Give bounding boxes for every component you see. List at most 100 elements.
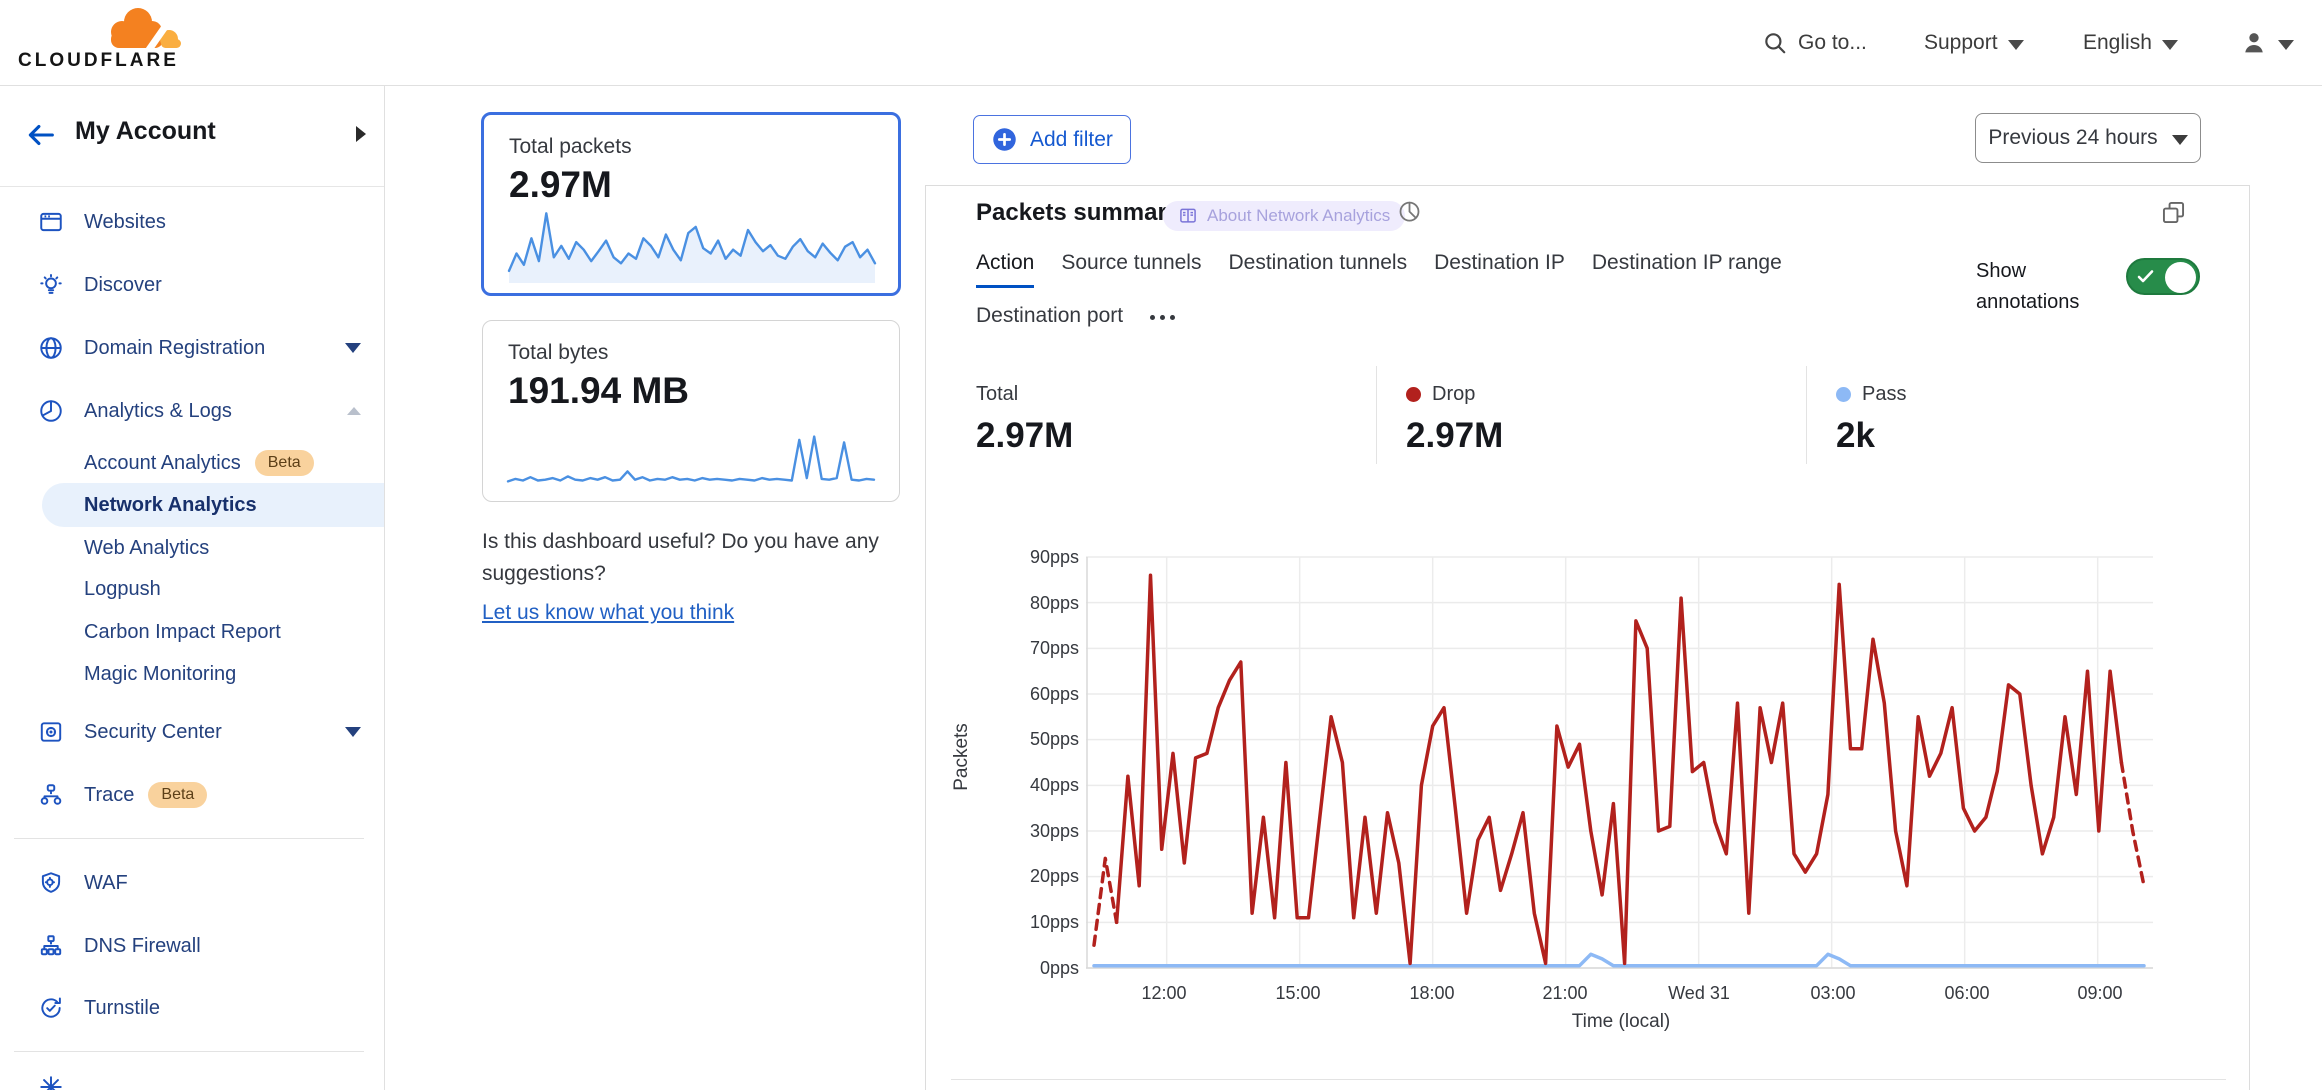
y-tick: 0pps xyxy=(1001,958,1079,979)
support-label: Support xyxy=(1924,31,1998,55)
more-tabs-icon[interactable] xyxy=(1150,304,1175,341)
lightbulb-icon xyxy=(38,272,64,303)
check-icon xyxy=(2137,269,2154,284)
cloudflare-logo[interactable]: CLOUDFLARE xyxy=(18,4,198,74)
back-arrow-icon[interactable] xyxy=(24,118,58,152)
feedback-question: Is this dashboard useful? Do you have an… xyxy=(482,526,912,589)
total-packets-label: Total packets xyxy=(509,135,898,159)
sidebar-item-network-analytics[interactable]: Network Analytics xyxy=(0,483,385,527)
trace-route-icon xyxy=(38,782,64,813)
total-bytes-card[interactable]: Total bytes 191.94 MB xyxy=(482,320,900,502)
add-filter-label: Add filter xyxy=(1030,128,1113,152)
stat-divider xyxy=(1376,366,1377,464)
sidebar-divider xyxy=(14,1051,364,1052)
sidebar-item-websites[interactable]: Websites xyxy=(0,200,385,244)
starburst-icon xyxy=(38,1074,64,1090)
x-tick: 18:00 xyxy=(1409,983,1454,1004)
x-tick: 06:00 xyxy=(1944,983,1989,1004)
stat-pass: Pass 2k xyxy=(1836,383,1906,456)
about-badge-label: About Network Analytics xyxy=(1207,206,1390,226)
y-tick: 70pps xyxy=(1001,638,1079,659)
time-range-select[interactable]: Previous 24 hours xyxy=(1975,113,2201,163)
y-tick: 40pps xyxy=(1001,775,1079,796)
hierarchy-icon xyxy=(38,933,64,964)
refresh-check-icon xyxy=(38,995,64,1026)
total-packets-sparkline xyxy=(506,203,878,283)
y-tick: 80pps xyxy=(1001,593,1079,614)
stat-total-label: Total xyxy=(976,383,1073,406)
duplicate-icon[interactable] xyxy=(2160,199,2187,231)
x-tick: 15:00 xyxy=(1275,983,1320,1004)
dimension-tabs: Action Source tunnels Destination tunnel… xyxy=(976,251,1856,341)
chevron-down-icon xyxy=(345,343,361,353)
tab-action[interactable]: Action xyxy=(976,251,1034,288)
account-header: My Account xyxy=(0,86,384,187)
tab-destination-ip[interactable]: Destination IP xyxy=(1434,251,1565,288)
about-network-analytics-badge[interactable]: About Network Analytics xyxy=(1163,201,1405,231)
stat-pass-value: 2k xyxy=(1836,416,1906,456)
show-annotations-toggle[interactable] xyxy=(2126,258,2200,295)
support-menu[interactable]: Support xyxy=(1924,0,2024,86)
y-tick: 60pps xyxy=(1001,684,1079,705)
chevron-down-icon xyxy=(345,727,361,737)
sidebar-item-account-analytics[interactable]: Account Analytics Beta xyxy=(0,441,385,485)
globe-icon xyxy=(38,335,64,366)
sidebar-item-security-center[interactable]: Security Center xyxy=(0,710,385,754)
x-axis-label: Time (local) xyxy=(1521,1011,1721,1033)
beta-badge: Beta xyxy=(148,782,207,807)
sidebar-divider xyxy=(14,838,364,839)
panel-section-divider xyxy=(951,1079,2226,1080)
y-tick: 10pps xyxy=(1001,912,1079,933)
cloudflare-cloud-icon xyxy=(100,6,184,50)
sidebar-item-domain-registration[interactable]: Domain Registration xyxy=(0,326,385,370)
packets-time-series-chart xyxy=(1086,551,2156,976)
chevron-up-icon xyxy=(347,407,361,415)
sidebar-item-web-analytics[interactable]: Web Analytics xyxy=(0,526,385,570)
x-tick: 12:00 xyxy=(1141,983,1186,1004)
x-tick: 21:00 xyxy=(1542,983,1587,1004)
tab-source-tunnels[interactable]: Source tunnels xyxy=(1061,251,1201,288)
time-range-label: Previous 24 hours xyxy=(1988,126,2157,150)
language-menu[interactable]: English xyxy=(2083,0,2178,86)
total-packets-value: 2.97M xyxy=(509,164,898,206)
panel-title: Packets summary xyxy=(976,199,1180,227)
stat-drop: Drop 2.97M xyxy=(1406,383,1503,456)
chevron-right-icon[interactable] xyxy=(356,126,366,142)
account-menu[interactable] xyxy=(2240,0,2294,86)
total-packets-card[interactable]: Total packets 2.97M xyxy=(481,112,901,296)
sidebar-item-magic-monitoring[interactable]: Magic Monitoring xyxy=(0,652,385,696)
stat-drop-label: Drop xyxy=(1432,383,1475,406)
total-bytes-value: 191.94 MB xyxy=(508,370,899,412)
y-axis-label: Packets xyxy=(951,707,973,807)
goto-search[interactable]: Go to... xyxy=(1762,0,1867,86)
chevron-down-icon xyxy=(2172,135,2188,145)
sidebar: My Account Websites Discover xyxy=(0,86,385,1090)
sidebar-item-turnstile[interactable]: Turnstile xyxy=(0,986,385,1030)
sidebar-item-waf[interactable]: WAF xyxy=(0,861,385,905)
search-icon xyxy=(1762,30,1788,56)
sidebar-item-logpush[interactable]: Logpush xyxy=(0,567,385,611)
pie-chart-icon xyxy=(38,398,64,429)
safe-icon xyxy=(38,719,64,750)
sidebar-item-analytics-logs[interactable]: Analytics & Logs xyxy=(0,389,385,433)
book-icon xyxy=(1178,206,1198,226)
stat-total: Total 2.97M xyxy=(976,383,1073,456)
sidebar-item-carbon-impact-report[interactable]: Carbon Impact Report xyxy=(0,610,385,654)
tab-destination-ip-range[interactable]: Destination IP range xyxy=(1592,251,1782,288)
sidebar-item-trace[interactable]: Trace Beta xyxy=(0,773,385,817)
x-tick: 09:00 xyxy=(2077,983,2122,1004)
tab-destination-tunnels[interactable]: Destination tunnels xyxy=(1228,251,1407,288)
feedback-block: Is this dashboard useful? Do you have an… xyxy=(482,526,912,629)
chevron-down-icon xyxy=(2008,40,2024,50)
stat-divider xyxy=(1806,366,1807,464)
add-filter-button[interactable]: Add filter xyxy=(973,115,1131,164)
show-annotations-label: Show annotations xyxy=(1976,256,2094,318)
language-label: English xyxy=(2083,31,2152,55)
sidebar-item-discover[interactable]: Discover xyxy=(0,263,385,307)
x-tick: Wed 31 xyxy=(1668,983,1730,1004)
tab-destination-port[interactable]: Destination port xyxy=(976,304,1123,341)
pie-chart-icon xyxy=(1396,197,1423,229)
sidebar-item-dns-firewall[interactable]: DNS Firewall xyxy=(0,924,385,968)
total-bytes-sparkline xyxy=(505,425,877,491)
feedback-link[interactable]: Let us know what you think xyxy=(482,597,734,629)
